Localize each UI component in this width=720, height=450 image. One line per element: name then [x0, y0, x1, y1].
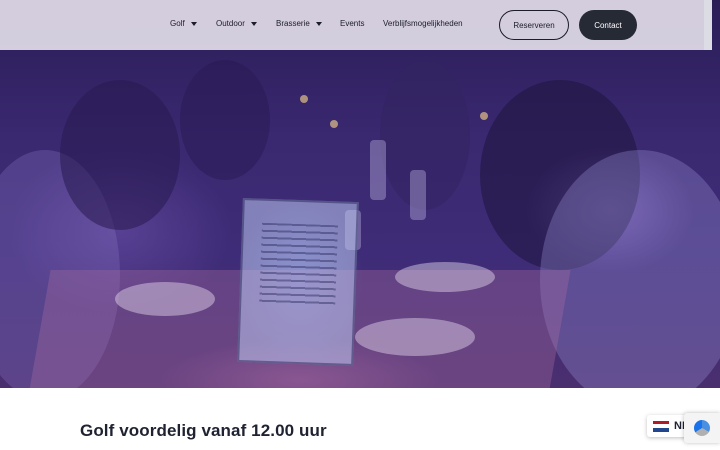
guest-silhouette — [60, 80, 180, 230]
nav-item-golf[interactable]: Golf — [170, 19, 197, 28]
nav-item-label: Brasserie — [276, 19, 310, 28]
menu-card — [237, 198, 359, 366]
hero-image — [0, 0, 720, 388]
recaptcha-icon — [694, 420, 710, 436]
top-navigation: Golf Outdoor Brasserie Events Verblijfsm… — [0, 0, 712, 50]
contact-button[interactable]: Contact — [579, 10, 637, 40]
ambient-light — [330, 120, 338, 128]
nav-item-brasserie[interactable]: Brasserie — [276, 19, 322, 28]
nav-item-verblijfsmogelijkheden[interactable]: Verblijfsmogelijkheden — [383, 19, 463, 28]
scrollbar[interactable] — [704, 0, 712, 50]
plate — [115, 282, 215, 316]
wine-glass — [410, 170, 426, 220]
nav-item-events[interactable]: Events — [340, 19, 364, 28]
ambient-light — [480, 112, 488, 120]
plate — [355, 318, 475, 356]
recaptcha-badge[interactable] — [684, 413, 720, 443]
netherlands-flag-icon — [653, 420, 669, 432]
chevron-down-icon — [250, 21, 257, 26]
page-heading: Golf voordelig vanaf 12.00 uur — [80, 421, 327, 440]
nav-item-label: Verblijfsmogelijkheden — [383, 19, 463, 28]
reserve-button[interactable]: Reserveren — [499, 10, 569, 40]
chevron-down-icon — [190, 21, 197, 26]
wine-glass — [370, 140, 386, 200]
guest-silhouette — [180, 60, 270, 180]
nav-item-label: Outdoor — [216, 19, 245, 28]
nav-item-outdoor[interactable]: Outdoor — [216, 19, 257, 28]
chevron-down-icon — [315, 21, 322, 26]
plate — [395, 262, 495, 292]
nav-item-label: Golf — [170, 19, 185, 28]
ambient-light — [300, 95, 308, 103]
nav-item-label: Events — [340, 19, 365, 28]
